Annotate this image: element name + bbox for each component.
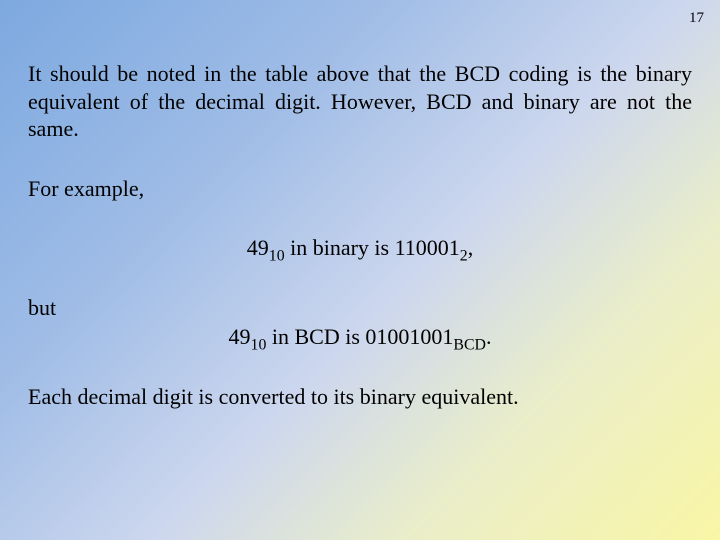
bcd-tail: .	[486, 324, 492, 349]
bcd-mid: in BCD is	[266, 324, 365, 349]
for-example-label: For example,	[28, 175, 692, 203]
binary-val: 110001	[395, 235, 460, 260]
bcd-val-sub: BCD	[453, 336, 486, 353]
binary-example-line: 4910 in binary is 1100012,	[28, 234, 692, 262]
binary-mid: in binary is	[285, 235, 395, 260]
slide-body: It should be noted in the table above th…	[28, 60, 692, 410]
binary-num-sub: 10	[269, 247, 285, 264]
slide: 17 It should be noted in the table above…	[0, 0, 720, 540]
binary-tail: ,	[468, 235, 474, 260]
bcd-val: 01001001	[365, 324, 453, 349]
binary-num: 49	[247, 235, 269, 260]
page-number: 17	[689, 10, 704, 27]
but-label: but	[28, 294, 692, 322]
binary-val-sub: 2	[460, 247, 468, 264]
paragraph-intro: It should be noted in the table above th…	[28, 60, 692, 143]
bcd-example-line: 4910 in BCD is 01001001BCD.	[28, 323, 692, 351]
bcd-num-sub: 10	[251, 336, 267, 353]
bcd-num: 49	[229, 324, 251, 349]
closing-sentence: Each decimal digit is converted to its b…	[28, 383, 692, 411]
